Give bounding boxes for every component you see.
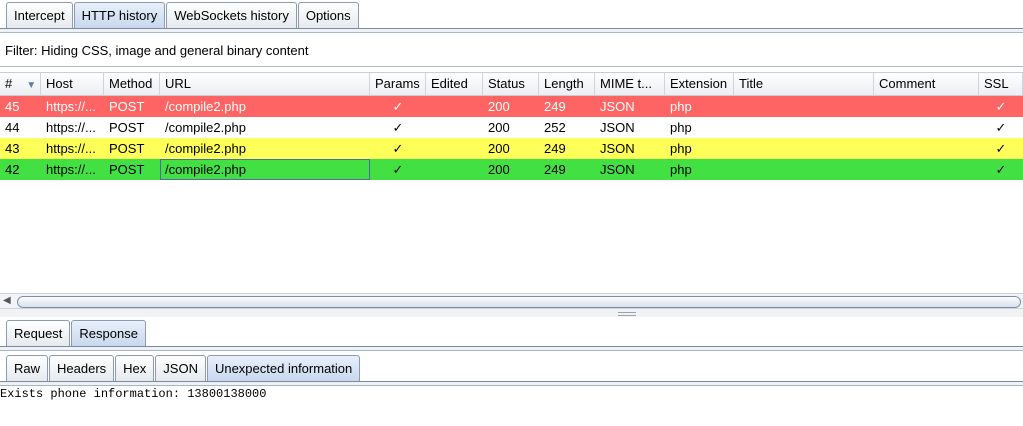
cell-method: POST bbox=[109, 120, 145, 135]
tab-headers[interactable]: Headers bbox=[49, 355, 115, 381]
column-header-number[interactable]: # ▼ bbox=[0, 73, 41, 95]
column-header-comment[interactable]: Comment bbox=[874, 73, 979, 95]
cell-host: https://... bbox=[46, 99, 96, 114]
cell-extension: php bbox=[670, 99, 692, 114]
column-header-params[interactable]: Params bbox=[370, 73, 426, 95]
table-row[interactable]: 45 https://... POST /compile2.php ✓ 200 … bbox=[0, 96, 1023, 117]
column-header-status[interactable]: Status bbox=[483, 73, 539, 95]
column-header-url[interactable]: URL bbox=[160, 73, 370, 95]
sort-down-icon: ▼ bbox=[26, 80, 37, 91]
cell-length: 249 bbox=[544, 162, 566, 177]
main-tab-divider bbox=[0, 28, 1023, 33]
scrollbar-thumb[interactable] bbox=[17, 296, 1021, 308]
cell-url: /compile2.php bbox=[165, 99, 246, 114]
cell-extension: php bbox=[670, 120, 692, 135]
split-pane-divider[interactable] bbox=[0, 309, 1023, 317]
filter-bar[interactable]: Filter: Hiding CSS, image and general bi… bbox=[0, 36, 1023, 67]
cell-method: POST bbox=[109, 99, 145, 114]
drag-handle-icon[interactable] bbox=[618, 312, 636, 316]
column-header-ssl[interactable]: SSL bbox=[979, 73, 1023, 95]
table-row[interactable]: 43 https://... POST /compile2.php ✓ 200 … bbox=[0, 138, 1023, 159]
cell-extension: php bbox=[670, 162, 692, 177]
cell-host: https://... bbox=[46, 162, 96, 177]
cell-number: 45 bbox=[5, 99, 20, 114]
column-header-edited[interactable]: Edited bbox=[426, 73, 483, 95]
cell-host: https://... bbox=[46, 120, 96, 135]
cell-title bbox=[734, 96, 874, 117]
column-header-extension[interactable]: Extension bbox=[665, 73, 734, 95]
cell-edited bbox=[426, 159, 483, 180]
column-header-title[interactable]: Title bbox=[734, 73, 874, 95]
detail-tab-bar: Request Response bbox=[0, 320, 1023, 346]
column-header-length[interactable]: Length bbox=[539, 73, 595, 95]
params-check-icon: ✓ bbox=[392, 162, 404, 177]
view-tab-bar: Raw Headers Hex JSON Unexpected informat… bbox=[0, 355, 1023, 381]
horizontal-scrollbar[interactable]: ◀ bbox=[0, 293, 1023, 309]
tab-hex[interactable]: Hex bbox=[115, 355, 155, 381]
cell-method: POST bbox=[109, 141, 145, 156]
cell-method: POST bbox=[109, 162, 145, 177]
cell-status: 200 bbox=[488, 162, 510, 177]
history-table: # ▼ Host Method URL Params Edited Status … bbox=[0, 72, 1023, 180]
cell-host: https://... bbox=[46, 141, 96, 156]
cell-mime-type: JSON bbox=[600, 162, 635, 177]
cell-title bbox=[734, 117, 874, 138]
column-header-mime-type[interactable]: MIME t... bbox=[595, 73, 665, 95]
tab-json[interactable]: JSON bbox=[155, 355, 206, 381]
cell-comment bbox=[874, 159, 979, 180]
main-tab-bar: Intercept HTTP history WebSockets histor… bbox=[0, 2, 1023, 28]
cell-title bbox=[734, 159, 874, 180]
tab-raw[interactable]: Raw bbox=[6, 355, 49, 381]
cell-url: /compile2.php bbox=[165, 120, 246, 135]
tab-unexpected-information[interactable]: Unexpected information bbox=[206, 355, 361, 381]
cell-mime-type: JSON bbox=[600, 141, 635, 156]
view-tab-divider bbox=[0, 381, 1023, 386]
column-header-host[interactable]: Host bbox=[41, 73, 104, 95]
cell-url: /compile2.php bbox=[165, 141, 246, 156]
detail-tab-divider bbox=[0, 346, 1023, 351]
cell-mime-type: JSON bbox=[600, 120, 635, 135]
table-row[interactable]: 42 https://... POST /compile2.php ✓ 200 … bbox=[0, 159, 1023, 180]
tab-websockets-history[interactable]: WebSockets history bbox=[166, 2, 297, 28]
params-check-icon: ✓ bbox=[392, 120, 404, 135]
table-row[interactable]: 44 https://... POST /compile2.php ✓ 200 … bbox=[0, 117, 1023, 138]
cell-number: 43 bbox=[5, 141, 20, 156]
cell-comment bbox=[874, 117, 979, 138]
cell-edited bbox=[426, 96, 483, 117]
cell-length: 249 bbox=[544, 99, 566, 114]
scroll-left-icon[interactable]: ◀ bbox=[3, 295, 11, 306]
cell-title bbox=[734, 138, 874, 159]
tab-request[interactable]: Request bbox=[6, 320, 71, 346]
cell-url: /compile2.php bbox=[160, 159, 370, 180]
cell-number: 44 bbox=[5, 120, 20, 135]
cell-number: 42 bbox=[5, 162, 20, 177]
tab-intercept[interactable]: Intercept bbox=[6, 2, 73, 28]
tab-response[interactable]: Response bbox=[71, 320, 146, 346]
cell-status: 200 bbox=[488, 141, 510, 156]
cell-length: 249 bbox=[544, 141, 566, 156]
params-check-icon: ✓ bbox=[392, 99, 404, 114]
cell-extension: php bbox=[670, 141, 692, 156]
cell-edited bbox=[426, 138, 483, 159]
cell-status: 200 bbox=[488, 99, 510, 114]
tab-options[interactable]: Options bbox=[297, 2, 359, 28]
ssl-check-icon: ✓ bbox=[995, 120, 1007, 135]
response-body-text[interactable]: Exists phone information: 13800138000 bbox=[0, 387, 266, 401]
params-check-icon: ✓ bbox=[392, 141, 404, 156]
ssl-check-icon: ✓ bbox=[995, 99, 1007, 114]
cell-mime-type: JSON bbox=[600, 99, 635, 114]
ssl-check-icon: ✓ bbox=[995, 162, 1007, 177]
ssl-check-icon: ✓ bbox=[995, 141, 1007, 156]
cell-length: 252 bbox=[544, 120, 566, 135]
cell-comment bbox=[874, 96, 979, 117]
tab-http-history[interactable]: HTTP history bbox=[73, 2, 166, 28]
cell-status: 200 bbox=[488, 120, 510, 135]
cell-comment bbox=[874, 138, 979, 159]
column-header-method[interactable]: Method bbox=[104, 73, 160, 95]
table-header: # ▼ Host Method URL Params Edited Status … bbox=[0, 72, 1023, 96]
cell-edited bbox=[426, 117, 483, 138]
